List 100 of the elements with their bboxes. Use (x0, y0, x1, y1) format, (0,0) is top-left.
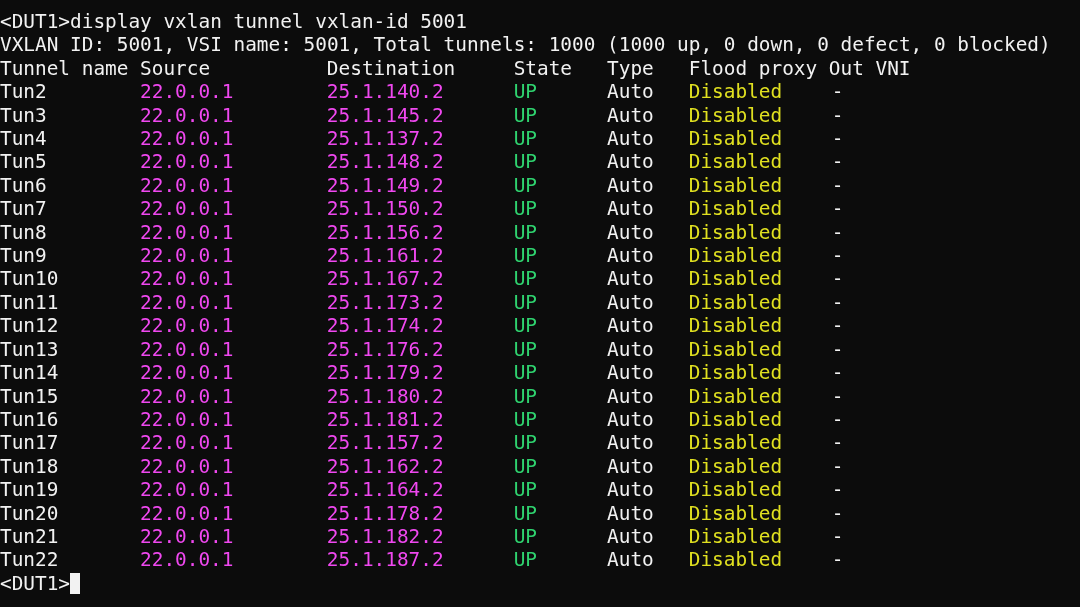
source-address: 22.0.0.1 (140, 220, 234, 245)
tunnel-state: UP (513, 337, 537, 362)
out-vni-value: - (831, 127, 844, 151)
column-header: Flood proxy (688, 56, 818, 81)
flood-proxy-value: Disabled (688, 80, 783, 104)
flood-proxy-value: Disabled (688, 478, 783, 502)
tunnel-type: Auto (607, 290, 654, 315)
column-header: Destination (326, 56, 456, 81)
column-header: Out VNI (828, 56, 911, 81)
destination-address: 25.1.178.2 (326, 501, 444, 525)
out-vni-value: - (831, 267, 844, 291)
tunnel-state: UP (513, 478, 537, 502)
tunnel-type: Auto (607, 197, 654, 221)
source-address: 22.0.0.1 (140, 478, 234, 502)
tunnel-type: Auto (607, 127, 654, 151)
tunnel-name: Tun5 (0, 150, 47, 174)
tunnel-name: Tun22 (0, 548, 59, 572)
source-address: 22.0.0.1 (140, 80, 234, 104)
tunnel-state: UP (513, 407, 537, 432)
source-address: 22.0.0.1 (140, 524, 234, 549)
column-header: Source (140, 56, 211, 81)
tunnel-type: Auto (607, 431, 654, 455)
out-vni-value: - (831, 244, 844, 268)
out-vni-value: - (831, 384, 844, 408)
tunnel-type: Auto (607, 454, 654, 479)
out-vni-value: - (831, 431, 844, 455)
tunnel-type: Auto (607, 103, 654, 128)
flood-proxy-value: Disabled (688, 407, 783, 432)
source-address: 22.0.0.1 (140, 501, 234, 525)
tunnel-state: UP (513, 267, 537, 291)
source-address: 22.0.0.1 (140, 127, 234, 151)
tunnel-type: Auto (607, 337, 654, 362)
tunnel-name: Tun8 (0, 220, 47, 245)
tunnel-state: UP (513, 150, 537, 174)
tunnel-type: Auto (607, 524, 654, 549)
source-address: 22.0.0.1 (140, 431, 234, 455)
flood-proxy-value: Disabled (688, 384, 783, 408)
tunnel-state: UP (513, 197, 537, 221)
tunnel-state: UP (513, 384, 537, 408)
tunnel-name: Tun11 (0, 290, 59, 315)
flood-proxy-value: Disabled (688, 197, 783, 221)
source-address: 22.0.0.1 (140, 337, 234, 362)
flood-proxy-value: Disabled (688, 173, 783, 198)
tunnel-type: Auto (607, 384, 654, 408)
tunnel-state: UP (513, 103, 537, 128)
out-vni-value: - (831, 80, 844, 104)
tunnel-type: Auto (607, 267, 654, 291)
out-vni-value: - (831, 407, 844, 432)
out-vni-value: - (831, 524, 844, 549)
source-address: 22.0.0.1 (140, 548, 234, 572)
flood-proxy-value: Disabled (688, 548, 783, 572)
tunnel-type: Auto (607, 361, 654, 385)
tunnel-name: Tun6 (0, 173, 47, 198)
tunnel-name: Tun7 (0, 197, 47, 221)
tunnel-state: UP (513, 244, 537, 268)
flood-proxy-value: Disabled (688, 337, 783, 362)
tunnel-state: UP (513, 454, 537, 479)
column-header: State (513, 56, 572, 81)
tunnel-name: Tun19 (0, 478, 59, 502)
tunnel-type: Auto (607, 407, 654, 432)
out-vni-value: - (831, 173, 844, 198)
destination-address: 25.1.162.2 (326, 454, 444, 479)
destination-address: 25.1.161.2 (326, 244, 444, 268)
tunnel-state: UP (513, 80, 537, 104)
flood-proxy-value: Disabled (688, 127, 783, 151)
destination-address: 25.1.137.2 (326, 127, 444, 151)
source-address: 22.0.0.1 (140, 150, 234, 174)
tunnel-state: UP (513, 524, 537, 549)
flood-proxy-value: Disabled (688, 290, 783, 315)
prompt: <DUT1> (0, 571, 71, 596)
destination-address: 25.1.145.2 (326, 103, 444, 128)
destination-address: 25.1.181.2 (326, 407, 444, 432)
tunnel-state: UP (513, 501, 537, 525)
source-address: 22.0.0.1 (140, 454, 234, 479)
tunnel-name: Tun10 (0, 267, 59, 291)
out-vni-value: - (831, 337, 844, 362)
flood-proxy-value: Disabled (688, 431, 783, 455)
out-vni-value: - (831, 290, 844, 315)
out-vni-value: - (831, 501, 844, 525)
destination-address: 25.1.176.2 (326, 337, 444, 362)
tunnel-state: UP (513, 173, 537, 198)
tunnel-name: Tun21 (0, 524, 59, 549)
out-vni-value: - (831, 220, 844, 245)
source-address: 22.0.0.1 (140, 267, 234, 291)
flood-proxy-value: Disabled (688, 244, 783, 268)
flood-proxy-value: Disabled (688, 220, 783, 245)
tunnel-name: Tun20 (0, 501, 59, 525)
tunnel-type: Auto (607, 150, 654, 174)
flood-proxy-value: Disabled (688, 454, 783, 479)
tunnel-type: Auto (607, 548, 654, 572)
destination-address: 25.1.149.2 (326, 173, 444, 198)
tunnel-type: Auto (607, 501, 654, 525)
source-address: 22.0.0.1 (140, 173, 234, 198)
destination-address: 25.1.140.2 (326, 80, 444, 104)
tunnel-name: Tun13 (0, 337, 59, 362)
column-header: Tunnel name (0, 56, 129, 81)
tunnel-name: Tun3 (0, 103, 47, 128)
out-vni-value: - (831, 548, 844, 572)
tunnel-type: Auto (607, 173, 654, 198)
tunnel-state: UP (513, 290, 537, 315)
